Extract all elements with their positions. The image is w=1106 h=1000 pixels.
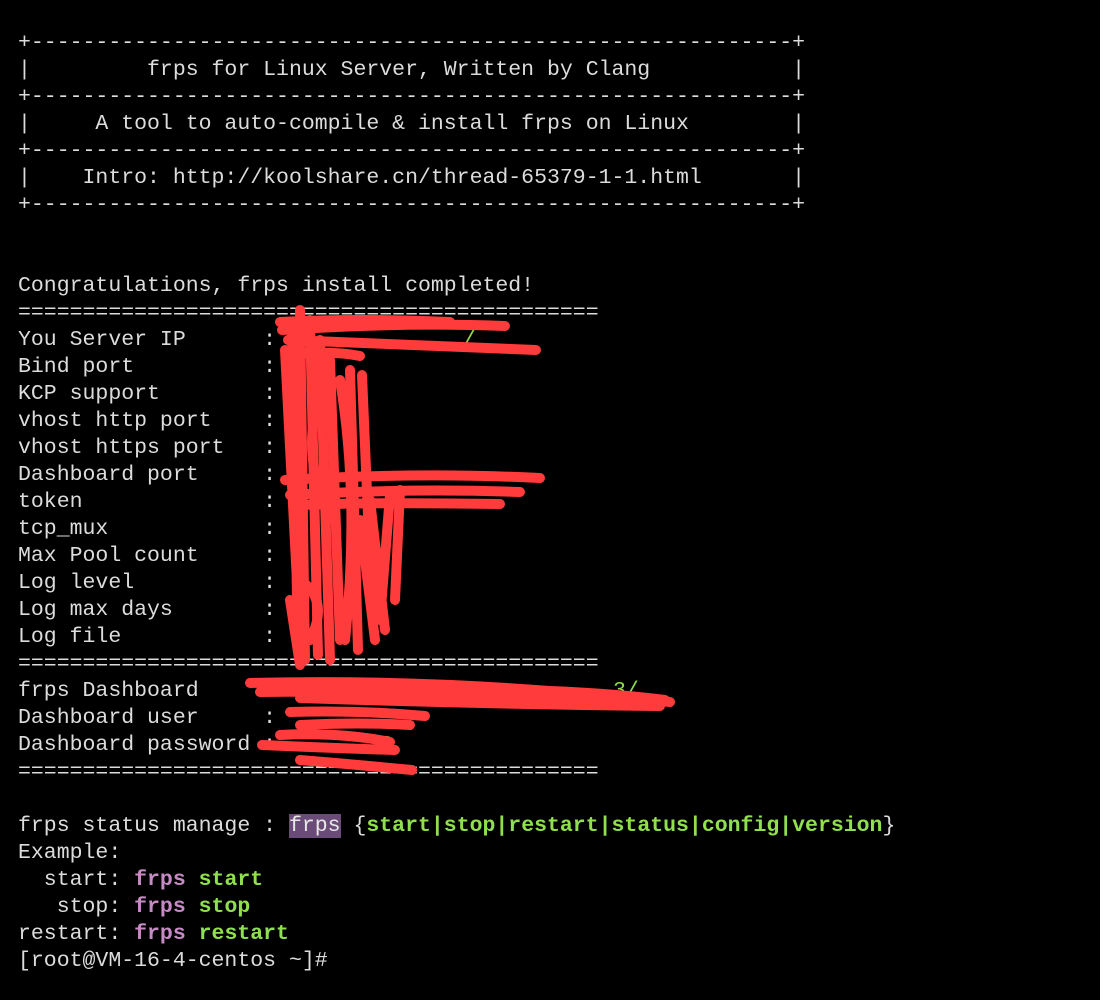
config-label: Log level :	[18, 571, 277, 595]
separator-3: ========================================…	[18, 760, 599, 784]
dashboard-value-fragment: 3	[380, 733, 393, 757]
config-label: Max Pool count :	[18, 544, 277, 568]
separator-1: ========================================…	[18, 301, 599, 325]
config-row-kcp-support: KCP support :	[18, 381, 276, 408]
example-cmd: frps	[134, 895, 186, 919]
dashboard-row-user: Dashboard user :	[18, 705, 276, 732]
brace-open: {	[340, 814, 367, 838]
frps-command-highlight[interactable]: frps	[288, 814, 341, 838]
config-row-server-ip: You Server IP : /	[18, 327, 476, 354]
config-row-log-level: Log level :	[18, 570, 276, 597]
header-border-3: +---------------------------------------…	[18, 139, 806, 163]
dashboard-label: Dashboard password :	[18, 733, 277, 757]
config-value-fragment: /	[463, 328, 476, 352]
dashboard-row-url: frps Dashboard : 3/	[18, 678, 639, 705]
status-manage-prefix: frps status manage :	[18, 814, 289, 838]
config-label: You Server IP :	[18, 328, 277, 352]
config-row-max-pool-count: Max Pool count :	[18, 543, 276, 570]
config-label: Dashboard port :	[18, 463, 277, 487]
example-cmd: frps	[134, 868, 186, 892]
config-row-log-max-days: Log max days :	[18, 597, 276, 624]
header-title: | frps for Linux Server, Written by Clan…	[18, 58, 806, 82]
header-border-bottom: +---------------------------------------…	[18, 193, 806, 217]
status-manage-line: frps status manage : frps {start|stop|re…	[18, 813, 895, 840]
config-label: tcp_mux :	[18, 517, 277, 541]
header-intro: | Intro: http://koolshare.cn/thread-6537…	[18, 166, 806, 190]
status-options: start|stop|restart|status|config|version	[366, 814, 883, 838]
dashboard-value-fragment: 3/	[613, 679, 639, 703]
example-label: start:	[18, 868, 135, 892]
separator-2: ========================================…	[18, 652, 599, 676]
config-row-log-file: Log file :	[18, 624, 276, 651]
config-row-dashboard-port: Dashboard port :	[18, 462, 276, 489]
example-arg: start	[198, 868, 264, 892]
example-label: restart:	[18, 922, 135, 946]
config-row-bind-port: Bind port :	[18, 354, 276, 381]
example-restart: restart: frps restart	[18, 921, 289, 948]
brace-close: }	[882, 814, 896, 838]
example-label: stop:	[18, 895, 135, 919]
config-label: vhost https port :	[18, 436, 277, 460]
config-row-tcp-mux: tcp_mux :	[18, 516, 276, 543]
config-label: token :	[18, 490, 277, 514]
config-label: KCP support :	[18, 382, 277, 406]
config-label: Log max days :	[18, 598, 277, 622]
example-stop: stop: frps stop	[18, 894, 251, 921]
config-row-token: token :	[18, 489, 276, 516]
dashboard-row-password: Dashboard password : 3	[18, 732, 393, 759]
header-border-top: +---------------------------------------…	[18, 31, 806, 55]
terminal-window[interactable]: +---------------------------------------…	[0, 0, 1106, 1000]
example-arg: restart	[198, 922, 289, 946]
example-cmd: frps	[134, 922, 186, 946]
header-border-2: +---------------------------------------…	[18, 85, 806, 109]
config-label: Bind port :	[18, 355, 277, 379]
config-label: vhost http port :	[18, 409, 277, 433]
dashboard-label: Dashboard user :	[18, 706, 277, 730]
config-label: Log file :	[18, 625, 277, 649]
config-row-vhost-https-port: vhost https port :	[18, 435, 276, 462]
dashboard-label: frps Dashboard :	[18, 679, 277, 703]
config-row-vhost-http-port: vhost http port :	[18, 408, 276, 435]
header-description: | A tool to auto-compile & install frps …	[18, 112, 806, 136]
example-heading: Example:	[18, 841, 122, 865]
example-start: start: frps start	[18, 867, 263, 894]
shell-prompt[interactable]: [root@VM-16-4-centos ~]#	[18, 948, 328, 975]
example-arg: stop	[198, 895, 251, 919]
install-complete-message: Congratulations, frps install completed!	[18, 274, 535, 298]
